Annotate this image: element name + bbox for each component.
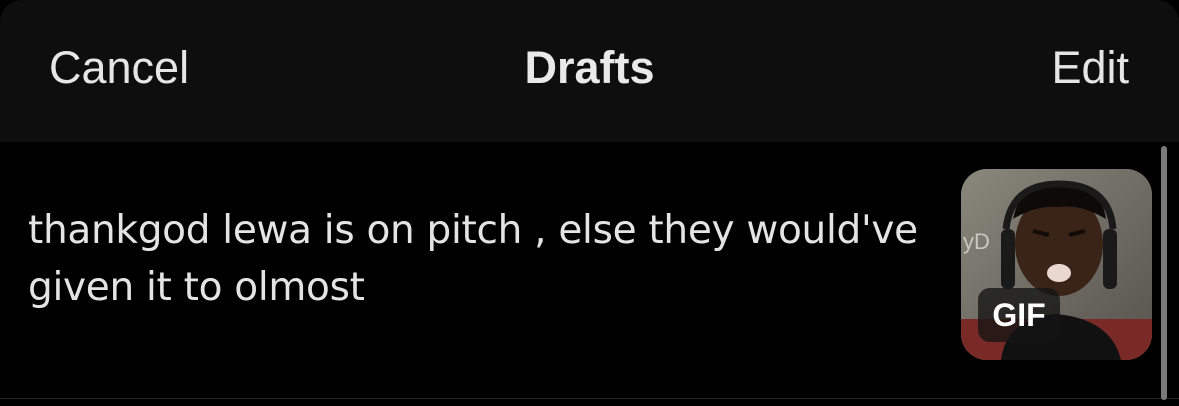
gif-badge: GIF [978,288,1060,342]
svg-text:yD: yD [963,229,990,254]
drafts-sheet: Cancel Drafts Edit thankgod lewa is on p… [0,0,1179,406]
list-divider [0,398,1179,399]
page-title: Drafts [524,42,655,93]
scrollbar[interactable] [1161,146,1167,400]
navigation-bar: Cancel Drafts Edit [0,0,1179,142]
edit-button[interactable]: Edit [1051,38,1129,98]
draft-text: thankgod lewa is on pitch , else they wo… [28,208,918,310]
draft-media-thumbnail[interactable]: yD GIF [961,169,1152,360]
